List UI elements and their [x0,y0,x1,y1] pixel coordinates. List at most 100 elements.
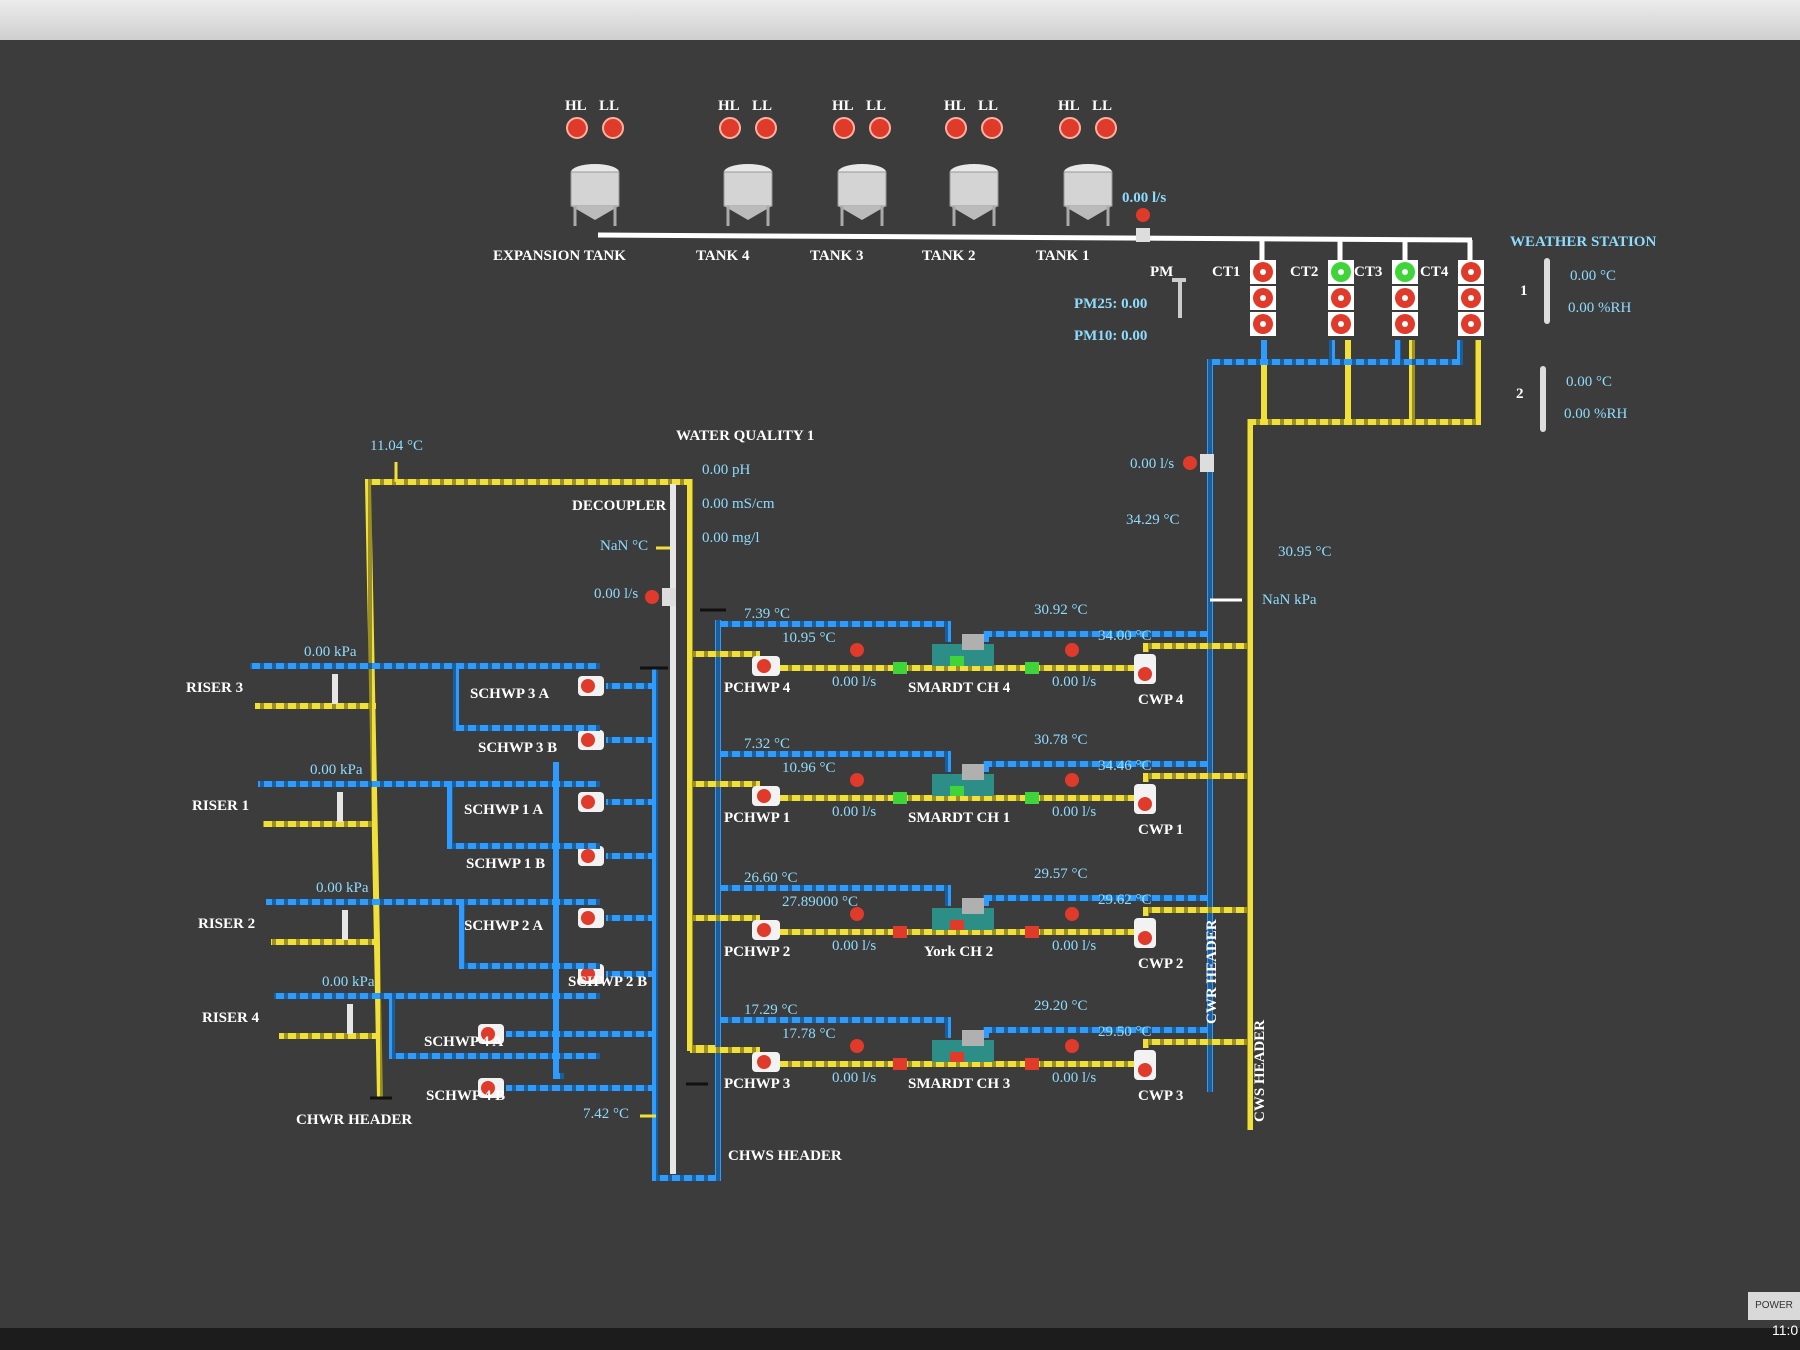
cw-return-temp: 30.92 °C [1034,602,1088,618]
cw-supply-temp: 29.50 °C [1098,1024,1152,1040]
riser-name: RISER 2 [198,916,255,932]
chwr-temp-value: 11.04 °C [370,438,423,454]
high-level-alarm-icon [566,117,588,139]
chw-supply-temp: 27.89000 °C [782,894,858,910]
svg-text:2: 2 [1516,386,1524,402]
decoupler-flowmeter-icon [645,590,659,604]
cwr-temp-value: 34.29 °C [1126,512,1180,528]
ct-label: CT1 [1212,264,1240,280]
pump-label: SCHWP 4 B [426,1088,505,1104]
chw-flow-value: 0.00 l/s [832,804,876,820]
hl-label: HL [944,98,966,114]
high-level-alarm-icon [1059,117,1081,139]
ct-label: CT4 [1420,264,1449,280]
low-level-alarm-icon [755,117,777,139]
riser-pressure: 0.00 kPa [304,644,357,660]
chw-valve-icon[interactable] [893,1058,907,1070]
hl-label: HL [565,98,587,114]
pm25-value: PM25: 0.00 [1074,296,1147,312]
cw-supply-temp: 29.62 °C [1098,892,1152,908]
cwp-label: CWP 2 [1138,956,1183,972]
decoupler-pipe [670,484,676,1174]
chiller-name: SMARDT CH 1 [908,810,1010,826]
decoupler-label: DECOUPLER [572,498,666,514]
tank-name: TANK 1 [1036,248,1089,264]
chw-flow-value: 0.00 l/s [832,1070,876,1086]
cw-flow-value: 0.00 l/s [1052,804,1096,820]
makeup-valve-icon[interactable] [1136,228,1150,242]
wq-cond-value: 0.00 mS/cm [702,496,775,512]
cw-valve-icon[interactable] [1025,926,1039,938]
riser-name: RISER 1 [192,798,249,814]
water-quality-title: WATER QUALITY 1 [676,428,814,444]
cw-flowmeter-icon [1065,907,1079,921]
weather1-temp: 0.00 °C [1570,268,1616,284]
riser-bypass [347,1004,353,1034]
cw-supply-temp: 34.46 °C [1098,758,1152,774]
cw-valve-icon[interactable] [1025,662,1039,674]
ct-label: CT3 [1354,264,1382,280]
cw-flowmeter-icon [1065,1039,1079,1053]
riser-bypass [342,910,348,940]
pump-label: SCHWP 1 B [466,856,545,872]
thermometer-icon [1544,258,1550,324]
svg-text:1: 1 [1520,283,1528,299]
pchwp-label: PCHWP 3 [724,1076,790,1092]
chiller-name: SMARDT CH 4 [908,680,1011,696]
ll-label: LL [978,98,998,114]
chw-return-temp: 17.29 °C [744,1002,798,1018]
tank-name: TANK 3 [810,248,863,264]
tank-name: EXPANSION TANK [493,248,626,264]
decoupler-flow-value: 0.00 l/s [594,586,638,602]
pump-label: SCHWP 3 B [478,740,557,756]
chws-header-label: CHWS HEADER [728,1148,842,1164]
pm10-value: PM10: 0.00 [1074,328,1147,344]
pchwp-label: PCHWP 1 [724,810,790,826]
chw-flowmeter-icon [850,1039,864,1053]
ct-label: CT2 [1290,264,1318,280]
chw-flow-value: 0.00 l/s [832,674,876,690]
cw-valve-icon[interactable] [1025,792,1039,804]
chiller-name: SMARDT CH 3 [908,1076,1010,1092]
chw-return-temp: 26.60 °C [744,870,798,886]
low-level-alarm-icon [602,117,624,139]
pump-label: SCHWP 2 B [568,974,647,990]
pm-label: PM [1150,264,1173,280]
cws-press-value: NaN kPa [1262,592,1317,608]
chw-valve-icon[interactable] [893,662,907,674]
weather1-rh: 0.00 %RH [1568,300,1632,316]
cwp-label: CWP 1 [1138,822,1183,838]
chw-valve-icon[interactable] [893,792,907,804]
cw-flowmeter-icon [1065,773,1079,787]
pchwp-label: PCHWP 2 [724,944,790,960]
decoupler-valve-icon[interactable] [662,588,676,606]
cwr-valve-icon[interactable] [1200,454,1214,472]
riser-name: RISER 4 [202,1010,260,1026]
pump-label: SCHWP 4 A [424,1034,503,1050]
hl-label: HL [832,98,854,114]
weather2-rh: 0.00 %RH [1564,406,1628,422]
pchwp-label: PCHWP 4 [724,680,791,696]
hl-label: HL [718,98,740,114]
chws-temp-value: 7.42 °C [583,1106,629,1122]
cw-flowmeter-icon [1065,643,1079,657]
high-level-alarm-icon [719,117,741,139]
wq-mgl-value: 0.00 mg/l [702,530,760,546]
high-level-alarm-icon [833,117,855,139]
cw-flow-value: 0.00 l/s [1052,1070,1096,1086]
cw-valve-icon[interactable] [1025,1058,1039,1070]
chw-supply-temp: 10.95 °C [782,630,836,646]
riser-bypass [337,792,343,822]
chiller-name: York CH 2 [924,944,993,960]
chw-flowmeter-icon [850,643,864,657]
riser-name: RISER 3 [186,680,243,696]
chw-supply-temp: 17.78 °C [782,1026,836,1042]
cwp-label: CWP 3 [1138,1088,1183,1104]
power-button[interactable]: POWER [1748,1292,1800,1320]
pump-label: SCHWP 1 A [464,802,543,818]
hl-label: HL [1058,98,1080,114]
chw-flow-value: 0.00 l/s [832,938,876,954]
low-level-alarm-icon [981,117,1003,139]
chw-supply-temp: 10.96 °C [782,760,836,776]
chw-valve-icon[interactable] [893,926,907,938]
